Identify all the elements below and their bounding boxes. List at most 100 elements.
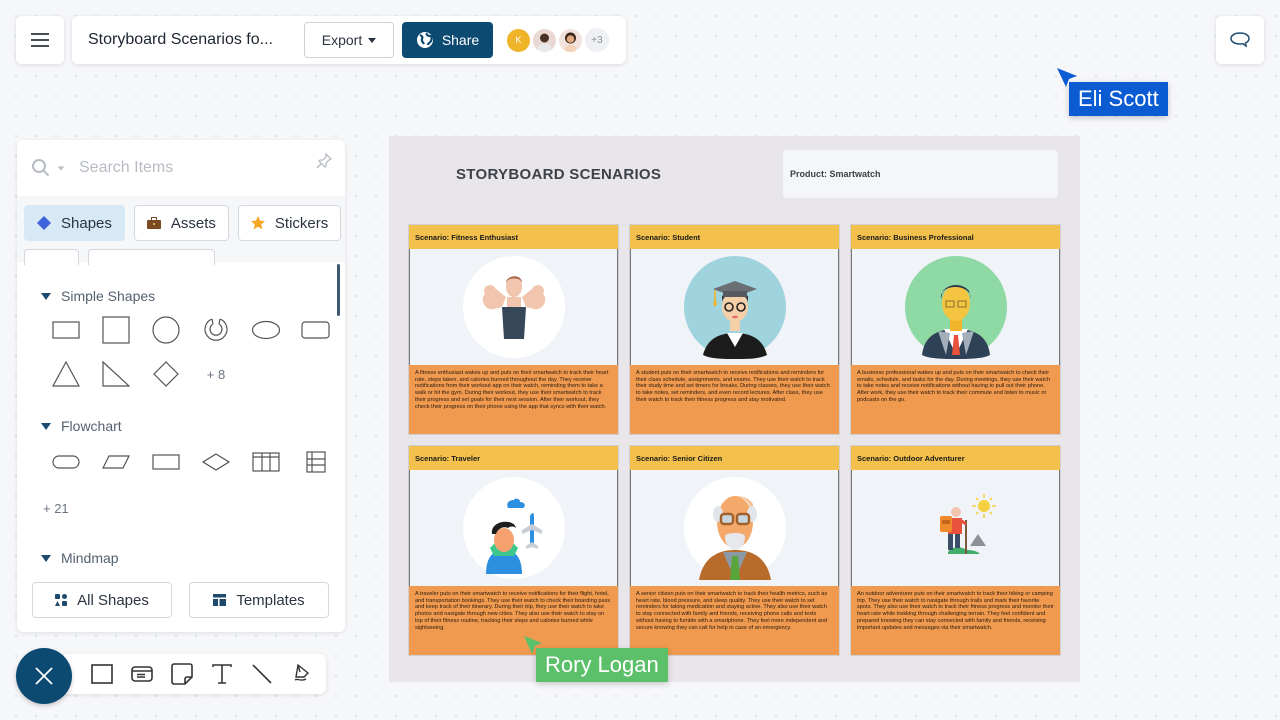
pen-tool[interactable] <box>282 654 322 694</box>
collapse-triangle-icon <box>41 422 51 430</box>
card-tool[interactable] <box>122 654 162 694</box>
tab-shapes[interactable]: Shapes <box>24 205 125 241</box>
business-man-illustration <box>904 256 1007 359</box>
sticky-note-tool[interactable] <box>162 654 202 694</box>
scenario-description: An outdoor adventurer puts on their smar… <box>851 586 1060 655</box>
collapse-triangle-icon <box>41 292 51 300</box>
shape-circle[interactable] <box>141 308 191 352</box>
scenario-card[interactable]: Scenario: Traveler A traveler puts on th… <box>409 446 618 655</box>
line-tool[interactable] <box>242 654 282 694</box>
collaborator-cursor-label: Rory Logan <box>536 648 668 682</box>
board-title: STORYBOARD SCENARIOS <box>456 166 662 183</box>
all-shapes-label: All Shapes <box>77 591 149 609</box>
comments-button[interactable] <box>1216 16 1264 64</box>
export-label: Export <box>321 32 363 48</box>
scenario-title: Scenario: Traveler <box>409 446 618 470</box>
scenario-description: A business professional wakes up and put… <box>851 365 1060 434</box>
scenario-description: A traveler puts on their smartwatch to r… <box>409 586 618 655</box>
comment-icon <box>1230 32 1250 48</box>
section-title: Simple Shapes <box>61 288 156 304</box>
hidden-tab[interactable] <box>88 249 215 265</box>
section-simple-shapes[interactable]: Simple Shapes <box>17 288 345 304</box>
share-button[interactable]: Share <box>402 22 493 58</box>
shape-arc-ring[interactable] <box>191 308 241 352</box>
hidden-tab[interactable] <box>24 249 79 265</box>
senior-man-illustration <box>683 477 786 580</box>
templates-label: Templates <box>236 591 305 609</box>
shape-process[interactable] <box>141 440 191 484</box>
shape-decision[interactable] <box>191 440 241 484</box>
star-icon <box>250 216 265 230</box>
scenario-card[interactable]: Scenario: Fitness Enthusiast A fitness e… <box>409 225 618 434</box>
document-title[interactable]: Storyboard Scenarios fo... <box>88 31 298 49</box>
scrollbar[interactable] <box>337 264 340 316</box>
collaborator-avatars: K +3 <box>507 28 609 52</box>
avatar[interactable] <box>533 28 556 52</box>
avatar[interactable]: K <box>507 28 530 52</box>
shape-right-triangle[interactable] <box>91 352 141 396</box>
all-shapes-icon <box>55 594 68 606</box>
diamond-icon <box>37 216 51 230</box>
library-tabs: Shapes Assets Stickers <box>24 205 342 241</box>
line-icon <box>252 664 272 684</box>
shape-diamond[interactable] <box>141 352 191 396</box>
more-flowchart-shapes[interactable]: + 21 <box>41 486 91 530</box>
collapse-triangle-icon <box>41 554 51 562</box>
rectangle-icon <box>91 664 113 684</box>
scenario-title: Scenario: Fitness Enthusiast <box>409 225 618 249</box>
shape-parallelogram[interactable] <box>91 440 141 484</box>
shape-table-rows[interactable] <box>291 440 341 484</box>
section-title: Flowchart <box>61 418 122 434</box>
rectangle-tool[interactable] <box>82 654 122 694</box>
tab-stickers[interactable]: Stickers <box>237 205 342 241</box>
tab-label: Stickers <box>274 214 329 232</box>
storyboard-board[interactable]: STORYBOARD SCENARIOS Product: Smartwatch… <box>389 136 1080 682</box>
card-icon <box>131 666 153 682</box>
main-menu-button[interactable] <box>16 16 64 64</box>
hamburger-icon <box>31 33 49 47</box>
shape-table-columns[interactable] <box>241 440 291 484</box>
search-icon <box>32 159 50 177</box>
templates-button[interactable]: Templates <box>189 582 329 618</box>
tab-label: Shapes <box>61 214 112 232</box>
more-collaborators-badge[interactable]: +3 <box>585 28 609 52</box>
search-input[interactable]: Search Items <box>79 159 173 177</box>
close-toolbar-button[interactable] <box>16 648 72 704</box>
section-mindmap[interactable]: Mindmap <box>17 550 345 566</box>
scenario-card[interactable]: Scenario: Senior Citizen A senior citize… <box>630 446 839 655</box>
scenario-card[interactable]: Scenario: Business Professional A busine… <box>851 225 1060 434</box>
shape-rectangle[interactable] <box>41 308 91 352</box>
more-simple-shapes[interactable]: + 8 <box>191 352 241 396</box>
search-options-caret-icon[interactable] <box>57 166 65 170</box>
all-shapes-button[interactable]: All Shapes <box>32 582 172 618</box>
shape-rounded-rectangle[interactable] <box>291 308 341 352</box>
shape-library: Simple Shapes + 8 Flowchart + 21 Mindmap… <box>17 262 345 632</box>
shape-ellipse[interactable] <box>241 308 291 352</box>
sticky-note-icon <box>171 663 193 685</box>
section-flowchart[interactable]: Flowchart <box>17 418 345 434</box>
tab-label: Assets <box>170 214 216 232</box>
export-button[interactable]: Export <box>304 22 394 58</box>
top-bar: Storyboard Scenarios fo... Export Share … <box>72 16 626 64</box>
briefcase-icon <box>146 217 161 229</box>
text-tool[interactable] <box>202 654 242 694</box>
scenario-title: Scenario: Senior Citizen <box>630 446 839 470</box>
globe-icon <box>416 32 433 48</box>
library-footer: All Shapes Templates <box>17 574 345 632</box>
scenario-card[interactable]: Scenario: Outdoor Adventurer An outdoor … <box>851 446 1060 655</box>
shape-square[interactable] <box>91 308 141 352</box>
shape-terminator[interactable] <box>41 440 91 484</box>
search-bar[interactable]: Search Items <box>17 140 345 196</box>
scenario-title: Scenario: Outdoor Adventurer <box>851 446 1060 470</box>
pin-icon[interactable] <box>315 152 333 170</box>
shape-library-panel: Search Items Shapes Assets Stickers Simp… <box>17 140 345 632</box>
caret-down-icon <box>368 37 377 43</box>
tab-assets[interactable]: Assets <box>133 205 229 241</box>
text-icon <box>212 664 232 684</box>
avatar[interactable] <box>559 28 582 52</box>
drawing-toolbar <box>64 654 326 694</box>
graduate-student-illustration <box>683 256 786 359</box>
hiker-illustration <box>939 494 996 554</box>
shape-triangle[interactable] <box>41 352 91 396</box>
scenario-card[interactable]: Scenario: Student A student puts on thei… <box>630 225 839 434</box>
